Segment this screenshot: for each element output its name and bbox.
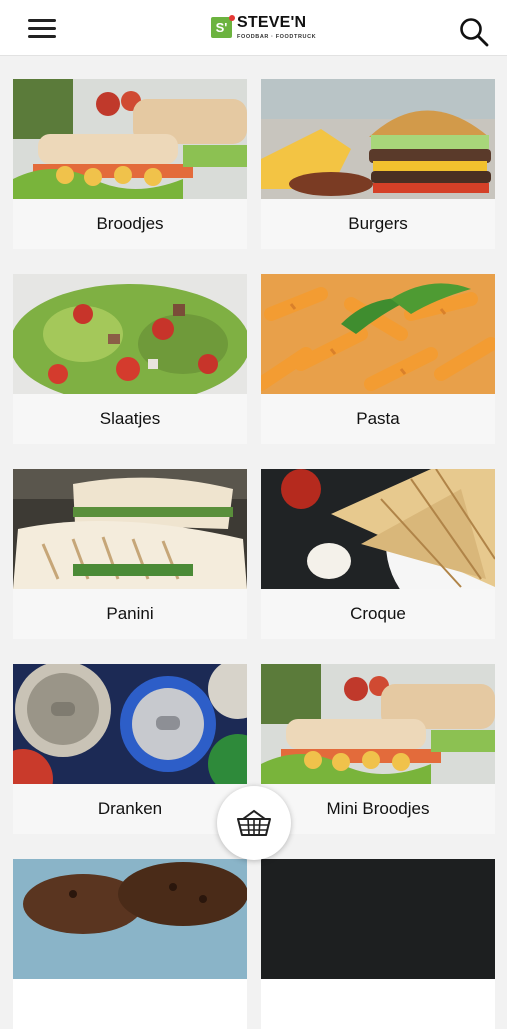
category-label: Panini — [106, 604, 154, 623]
category-label: Mini Broodjes — [326, 799, 430, 818]
basket-icon — [237, 809, 271, 836]
app-header: S' STEVE'N FOODBAR · FOODTRUCK — [0, 0, 507, 56]
logo-name: STEVE'N — [237, 14, 307, 31]
croque-image — [261, 469, 495, 589]
category-card-burgers[interactable]: Burgers — [261, 79, 495, 249]
basket-button[interactable] — [217, 786, 291, 860]
category-label: Slaatjes — [99, 409, 161, 428]
category-card-dark[interactable] — [261, 859, 495, 1029]
dark-image — [261, 859, 495, 979]
category-label: Burgers — [348, 214, 408, 233]
category-card-dranken[interactable]: Dranken — [13, 664, 247, 834]
drinks-image — [13, 664, 247, 784]
menu-icon[interactable] — [28, 19, 56, 39]
cookies-image — [13, 859, 247, 979]
category-card-panini[interactable]: Panini — [13, 469, 247, 639]
category-card-cookies[interactable] — [13, 859, 247, 1029]
logo-badge: S' — [211, 14, 235, 38]
category-card-croque[interactable]: Croque — [261, 469, 495, 639]
category-label: Pasta — [356, 409, 400, 428]
category-card-pasta[interactable]: Pasta — [261, 274, 495, 444]
pasta-image — [261, 274, 495, 394]
category-card-slaatjes[interactable]: Slaatjes — [13, 274, 247, 444]
category-label: Croque — [350, 604, 406, 623]
logo: S' STEVE'N FOODBAR · FOODTRUCK — [211, 14, 316, 40]
sandwich-image — [13, 79, 247, 199]
logo-subtitle: FOODBAR · FOODTRUCK — [237, 34, 317, 40]
category-card-mini-broodjes[interactable]: Mini Broodjes — [261, 664, 495, 834]
burger-image — [261, 79, 495, 199]
salad-image — [13, 274, 247, 394]
category-card-broodjes[interactable]: Broodjes — [13, 79, 247, 249]
panini-image — [13, 469, 247, 589]
category-label: Broodjes — [96, 214, 164, 233]
category-label: Dranken — [97, 799, 163, 818]
search-icon[interactable] — [459, 17, 489, 47]
mini-sandwich-image — [261, 664, 495, 784]
